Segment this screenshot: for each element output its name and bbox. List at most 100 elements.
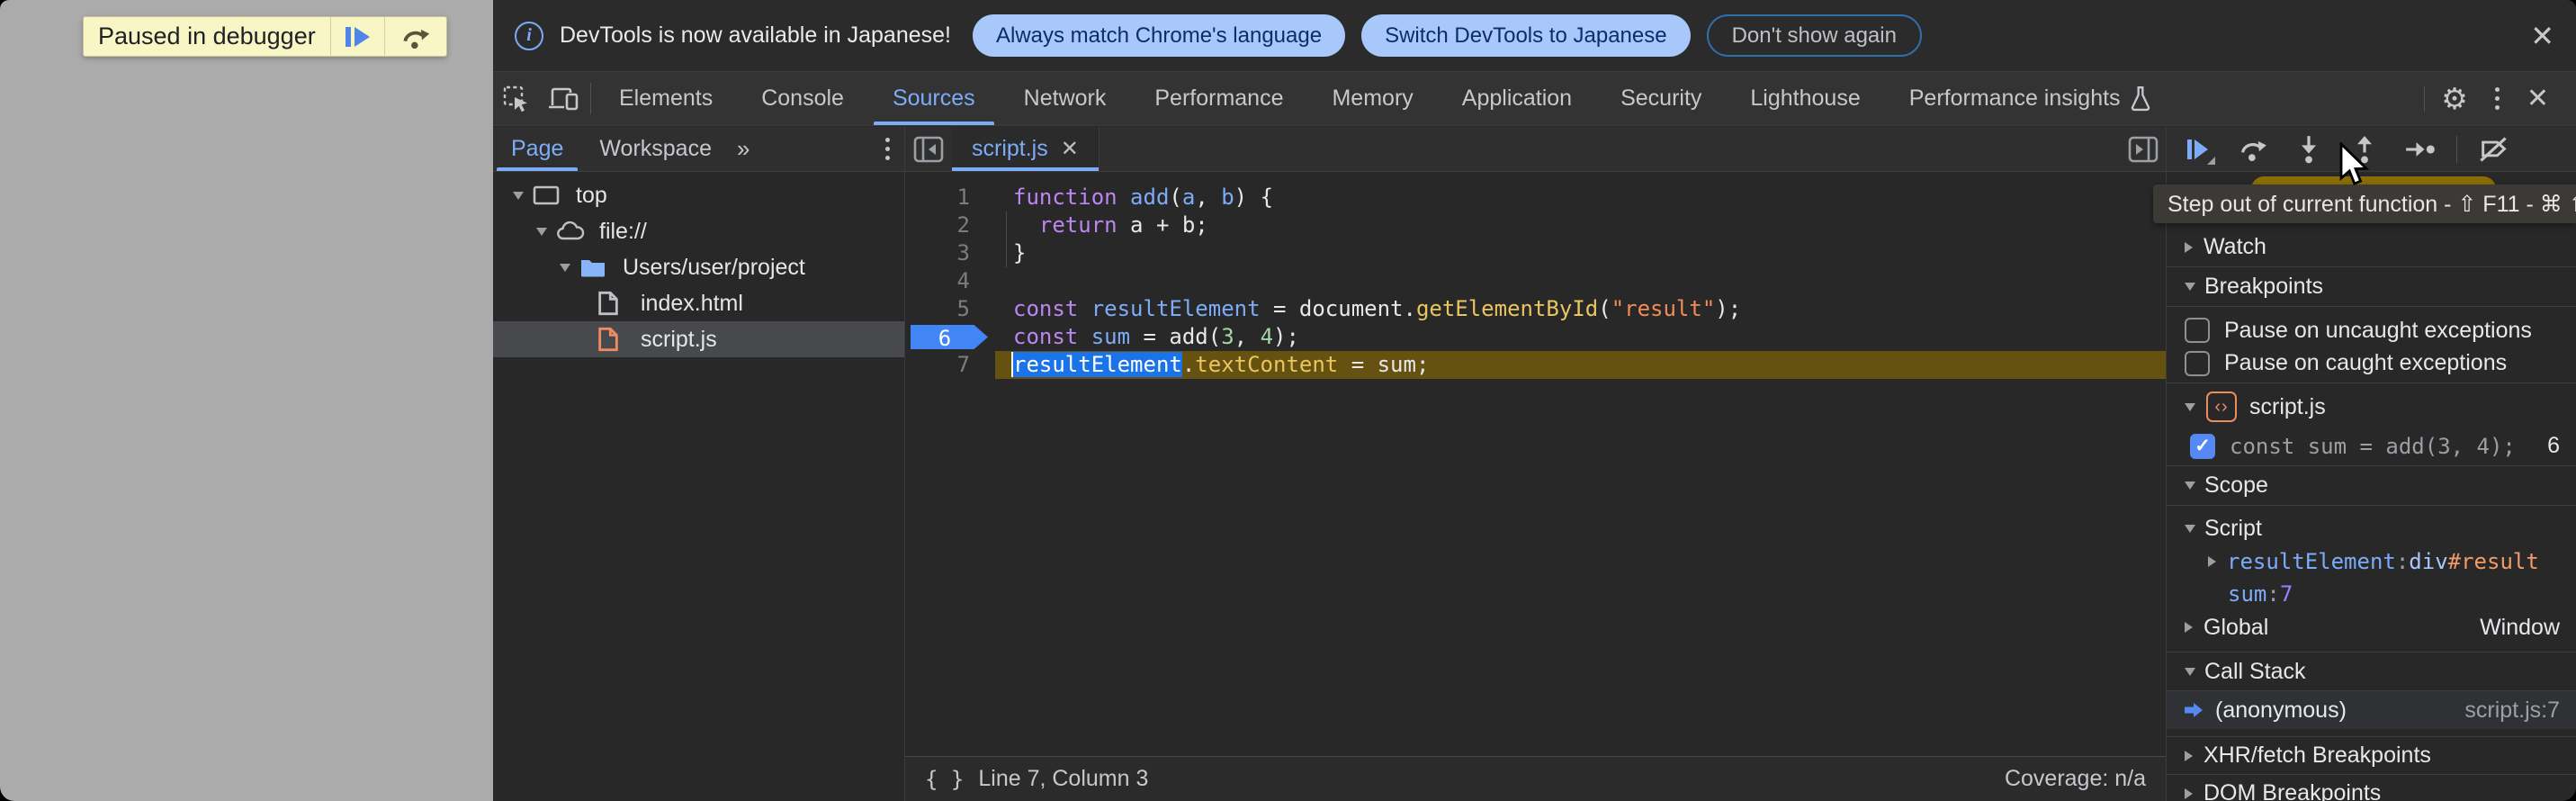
code-text: resultElement.textContent = sum; bbox=[995, 351, 2166, 379]
tree-item-script.js[interactable]: script.js bbox=[493, 321, 904, 357]
toggle-navigator-button[interactable] bbox=[905, 127, 952, 171]
tab-application[interactable]: Application bbox=[1438, 72, 1596, 125]
toggle-debugger-sidebar-button[interactable] bbox=[2128, 127, 2166, 171]
xhr-breakpoints-section-header[interactable]: XHR/fetch Breakpoints bbox=[2167, 736, 2576, 774]
tab-console[interactable]: Console bbox=[737, 72, 868, 125]
inspect-element-button[interactable] bbox=[493, 72, 540, 125]
line-number-2[interactable]: 2 bbox=[905, 212, 995, 239]
chevron-down-icon bbox=[2185, 403, 2195, 411]
deactivate-breakpoints-button[interactable] bbox=[2472, 130, 2515, 169]
breakpoint-entry[interactable]: ✓ const sum = add(3, 4); 6 bbox=[2167, 427, 2576, 466]
tree-item-label: index.html bbox=[641, 291, 743, 317]
resume-button[interactable] bbox=[2176, 130, 2219, 169]
chevron-icon[interactable] bbox=[536, 228, 547, 236]
infobar-close-icon[interactable]: ✕ bbox=[2530, 22, 2554, 50]
tab-bar-right-controls: ⚙ ✕ bbox=[2420, 72, 2576, 125]
scope-global-row[interactable]: Global Window bbox=[2167, 610, 2576, 644]
always-match-language-button[interactable]: Always match Chrome's language bbox=[973, 14, 1345, 57]
breakpoint-checkbox[interactable]: ✓ bbox=[2190, 434, 2215, 459]
scope-var-resultelement[interactable]: resultElement : div #result bbox=[2167, 545, 2576, 578]
code-token bbox=[1117, 184, 1130, 210]
line-number-7[interactable]: 7 bbox=[905, 351, 995, 379]
tab-label: Security bbox=[1620, 86, 1701, 112]
pause-caught-row[interactable]: Pause on caught exceptions bbox=[2167, 349, 2576, 383]
step-button[interactable] bbox=[2399, 130, 2442, 169]
editor-tab-scriptjs[interactable]: script.js ✕ bbox=[952, 127, 1100, 171]
breakpoint-file-group[interactable]: ‹› script.js bbox=[2167, 387, 2576, 427]
scope-section-header[interactable]: Scope bbox=[2167, 466, 2576, 506]
tab-memory[interactable]: Memory bbox=[1307, 72, 1437, 125]
resume-script-button[interactable] bbox=[330, 17, 384, 56]
scope-script-label: Script bbox=[2204, 516, 2262, 542]
breakpoint-execution-badge: 6 bbox=[911, 325, 988, 349]
tree-item-top[interactable]: top bbox=[493, 177, 904, 213]
tab-elements[interactable]: Elements bbox=[595, 72, 737, 125]
devtools-close-icon[interactable]: ✕ bbox=[2514, 83, 2562, 114]
code-token: , bbox=[1195, 184, 1221, 210]
tab-sources[interactable]: Sources bbox=[868, 72, 1000, 125]
line-number-6[interactable]: 6 bbox=[905, 323, 995, 351]
tab-label: Application bbox=[1462, 86, 1572, 112]
pause-uncaught-checkbox[interactable] bbox=[2185, 318, 2210, 343]
pretty-print-icon[interactable]: { } bbox=[925, 767, 964, 792]
code-token: const bbox=[1013, 324, 1078, 349]
line-number-5[interactable]: 5 bbox=[905, 295, 995, 323]
switch-devtools-japanese-button[interactable]: Switch DevTools to Japanese bbox=[1361, 14, 1691, 57]
code-text bbox=[995, 267, 2166, 295]
line-number-1[interactable]: 1 bbox=[905, 184, 995, 212]
tab-label: Memory bbox=[1332, 86, 1413, 112]
step-over-button[interactable] bbox=[2231, 130, 2275, 169]
more-options-kebab-icon[interactable] bbox=[2481, 87, 2514, 110]
code-text: return a + b; bbox=[995, 212, 2166, 239]
tab-security[interactable]: Security bbox=[1596, 72, 1726, 125]
toolbar-separator bbox=[590, 83, 591, 114]
call-stack-frame[interactable]: (anonymous) script.js:7 bbox=[2167, 691, 2576, 729]
code-token: b bbox=[1221, 184, 1234, 210]
panel-tabs: ElementsConsoleSourcesNetworkPerformance… bbox=[595, 72, 2176, 125]
more-tabs-chevron[interactable]: » bbox=[730, 127, 757, 171]
watch-section-header[interactable]: Watch bbox=[2167, 228, 2576, 267]
resume-icon bbox=[2187, 140, 2208, 159]
code-token: function bbox=[1013, 184, 1117, 210]
line-number-4[interactable]: 4 bbox=[905, 267, 995, 295]
settings-gear-icon[interactable]: ⚙ bbox=[2428, 81, 2481, 116]
device-toolbar-button[interactable] bbox=[540, 72, 587, 125]
coverage-status: Coverage: n/a bbox=[2005, 766, 2146, 792]
scope-script-row[interactable]: Script bbox=[2167, 511, 2576, 545]
tab-network[interactable]: Network bbox=[1000, 72, 1131, 125]
editor-pane: script.js ✕ 1function add(a, b) {2 retur… bbox=[905, 127, 2167, 801]
navigator-kebab-icon[interactable] bbox=[871, 138, 904, 160]
pause-caught-checkbox[interactable] bbox=[2185, 351, 2210, 376]
chevron-icon[interactable] bbox=[560, 264, 570, 272]
tree-item-file-[interactable]: file:// bbox=[493, 213, 904, 249]
code-token: a bbox=[1182, 184, 1195, 210]
line-number-3[interactable]: 3 bbox=[905, 239, 995, 267]
tab-performance-insights[interactable]: Performance insights bbox=[1885, 72, 2176, 125]
code-token bbox=[1078, 296, 1091, 321]
dom-breakpoints-section-header[interactable]: DOM Breakpoints bbox=[2167, 774, 2576, 801]
tab-lighthouse[interactable]: Lighthouse bbox=[1726, 72, 1884, 125]
chevron-icon[interactable] bbox=[513, 192, 524, 200]
step-over-button-banner[interactable] bbox=[384, 17, 446, 56]
scope-var-sum[interactable]: sum : 7 bbox=[2167, 578, 2576, 610]
tree-item-users-user-project[interactable]: Users/user/project bbox=[493, 249, 904, 285]
editor-tab-close-icon[interactable]: ✕ bbox=[1061, 136, 1079, 162]
dont-show-again-button[interactable]: Don't show again bbox=[1707, 14, 1922, 57]
tab-performance[interactable]: Performance bbox=[1130, 72, 1307, 125]
step-into-button[interactable] bbox=[2287, 130, 2330, 169]
editor-tab-label: script.js bbox=[972, 136, 1048, 162]
call-stack-section-header[interactable]: Call Stack bbox=[2167, 652, 2576, 691]
tooltip-text: Step out of current function - ⇧ F11 - ⌘… bbox=[2168, 191, 2576, 218]
navigator-tab-workspace[interactable]: Workspace bbox=[581, 127, 730, 171]
flask-icon bbox=[2130, 86, 2151, 112]
code-token: ); bbox=[1273, 324, 1299, 349]
tree-item-index.html[interactable]: index.html bbox=[493, 285, 904, 321]
scope-label: Scope bbox=[2204, 472, 2268, 499]
code-token: getElementById bbox=[1416, 296, 1598, 321]
navigator-tab-page[interactable]: Page bbox=[493, 127, 581, 171]
pause-uncaught-row[interactable]: Pause on uncaught exceptions bbox=[2167, 311, 2576, 349]
breakpoints-section-header[interactable]: Breakpoints bbox=[2167, 267, 2576, 307]
chevron-down-icon bbox=[2185, 525, 2195, 533]
page-background: Paused in debugger bbox=[0, 0, 493, 801]
source-code-viewer[interactable]: 1function add(a, b) {2 return a + b;3}45… bbox=[905, 172, 2166, 756]
